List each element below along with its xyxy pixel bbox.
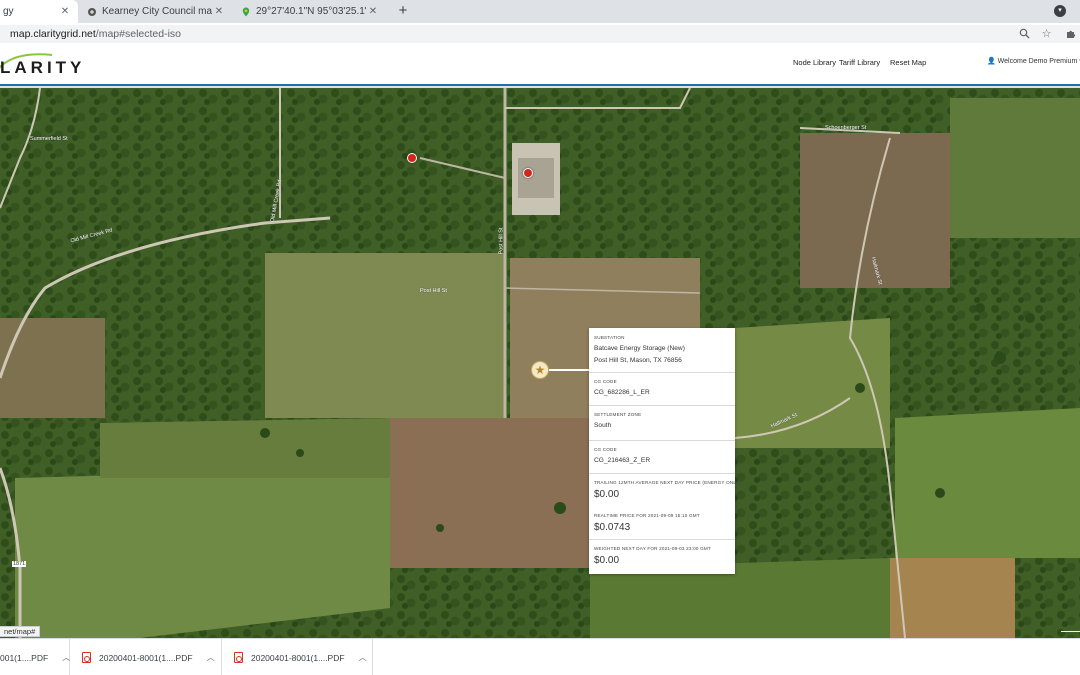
clarity-logo[interactable]: LARITY	[0, 53, 130, 77]
highway-shield: 1871	[12, 561, 27, 567]
user-icon: 👤	[987, 58, 996, 65]
nav-reset-map[interactable]: Reset Map	[890, 58, 926, 67]
substation-address: Post Hill St, Mason, TX 76856	[594, 357, 682, 364]
url-path: /map#selected-iso	[95, 28, 182, 40]
node-info-popup: SUBSTATION Batcave Energy Storage (New) …	[589, 328, 741, 574]
cg-code-label: CG CODE	[594, 447, 617, 452]
zoom-search-icon[interactable]	[1018, 28, 1031, 41]
welcome-text: Welcome Demo Premium	[997, 58, 1078, 65]
popup-price-section: TRAILING 12mth AVERAGE NEXT DAY PRICE (E…	[589, 474, 741, 540]
trailing-price-label: TRAILING 12mth AVERAGE NEXT DAY PRICE (E…	[594, 480, 741, 485]
tab-title: 29°27'40.1"N 95°03'25.1"W - Goo	[256, 6, 366, 17]
chevron-up-icon[interactable]: ︿	[359, 652, 367, 663]
cg-code-value[interactable]: CG_682286_L_ER	[594, 389, 650, 396]
extensions-puzzle-icon[interactable]	[1065, 28, 1078, 41]
cg-code-label: CG CODE	[594, 379, 617, 384]
browser-tab-strip: gy ✕ Kearney City Council may sell lan ✕…	[0, 0, 1080, 23]
road-label: Post Hill St	[420, 288, 447, 294]
road-label: Schoenberger St	[825, 125, 867, 131]
popup-cgcode-section: CG CODE CG_682286_L_ER	[589, 373, 735, 406]
nav-node-library[interactable]: Node Library	[793, 58, 836, 67]
trailing-price-value: $0.00	[594, 489, 620, 500]
app: gy ✕ Kearney City Council may sell lan ✕…	[0, 0, 1080, 675]
news-icon	[87, 7, 97, 17]
download-filename: 20200401-8001(1....PDF	[99, 652, 193, 663]
tab-title: Kearney City Council may sell lan	[102, 6, 212, 17]
status-url: net/map#	[0, 626, 41, 637]
address-bar[interactable]: map.claritygrid.net/map#selected-iso ☆	[0, 25, 1080, 43]
substation-marker[interactable]	[407, 153, 417, 163]
close-icon[interactable]: ✕	[366, 6, 380, 17]
substation-name: Batcave Energy Storage (New)	[594, 345, 685, 352]
tab-title: gy	[3, 6, 14, 17]
tab-search-icon[interactable]: ▾	[1054, 5, 1066, 17]
popup-weighted-section: WEIGHTED NEXT DAY FOR 2021-09-03 23:00 G…	[589, 540, 735, 574]
close-icon[interactable]: ✕	[212, 6, 226, 17]
realtime-price-value: $0.0743	[594, 522, 631, 533]
download-item[interactable]: 20200401-8001(1....PDF ︿	[70, 639, 222, 675]
site-header: LARITY Node Library Tariff Library Reset…	[0, 45, 1080, 86]
bookmark-star-icon[interactable]: ☆	[1040, 28, 1053, 41]
logo-text: LARITY	[0, 58, 86, 77]
downloads-bar: 001(1....PDF ︿ 20200401-8001(1....PDF ︿ …	[0, 638, 1080, 675]
url-text: map.claritygrid.net/map#selected-iso	[10, 28, 181, 40]
road-label: Post Hill St	[498, 227, 505, 255]
road-label: Summerfield St	[30, 136, 68, 142]
download-filename: 001(1....PDF	[0, 652, 49, 663]
popup-leader-line	[549, 369, 589, 371]
new-tab-button[interactable]: +	[395, 3, 411, 19]
substation-marker[interactable]	[523, 168, 533, 178]
user-menu[interactable]: 👤 Welcome Demo Premium ▾	[987, 57, 1080, 65]
satellite-map[interactable]: Old Mill Creek Rd Post Hill St Post Hill…	[0, 88, 1080, 638]
download-item[interactable]: 001(1....PDF ︿	[0, 639, 70, 675]
download-filename: 20200401-8001(1....PDF	[251, 652, 345, 663]
maps-pin-icon	[241, 7, 251, 17]
chevron-up-icon[interactable]: ︿	[207, 652, 215, 663]
browser-toolbar: map.claritygrid.net/map#selected-iso ☆	[0, 23, 1080, 45]
nav-tariff-library[interactable]: Tariff Library	[839, 58, 880, 67]
weighted-price-label: WEIGHTED NEXT DAY FOR 2021-09-03 23:00 G…	[594, 546, 711, 551]
chevron-up-icon[interactable]: ︿	[62, 652, 70, 663]
tab-news[interactable]: Kearney City Council may sell lan ✕	[80, 0, 232, 23]
settlement-zone-value: South	[594, 422, 612, 429]
url-host: map.claritygrid.net	[10, 28, 96, 40]
selected-node-marker[interactable]: ★	[531, 361, 549, 379]
popup-substation-section: SUBSTATION Batcave Energy Storage (New) …	[589, 328, 735, 373]
settlement-zone-label: SETTLEMENT ZONE	[594, 412, 642, 417]
substation-label: SUBSTATION	[594, 335, 625, 340]
popup-settlement-section: SETTLEMENT ZONE South	[589, 406, 735, 441]
tab-clarity[interactable]: gy ✕	[0, 0, 78, 23]
cg-code-value[interactable]: CG_216463_Z_ER	[594, 457, 650, 464]
download-item[interactable]: 20200401-8001(1....PDF ︿	[222, 639, 373, 675]
popup-zone-cgcode-section: CG CODE CG_216463_Z_ER	[589, 441, 735, 474]
pdf-file-icon	[234, 652, 243, 663]
realtime-price-label: REALTIME PRICE FOR 2021-09-09 15:10 GMT	[594, 513, 700, 518]
pdf-file-icon	[82, 652, 91, 663]
tab-maps[interactable]: 29°27'40.1"N 95°03'25.1"W - Goo ✕	[234, 0, 386, 23]
weighted-price-value: $0.00	[594, 555, 620, 566]
close-icon[interactable]: ✕	[58, 6, 72, 17]
map-scale-bar	[1061, 631, 1080, 632]
